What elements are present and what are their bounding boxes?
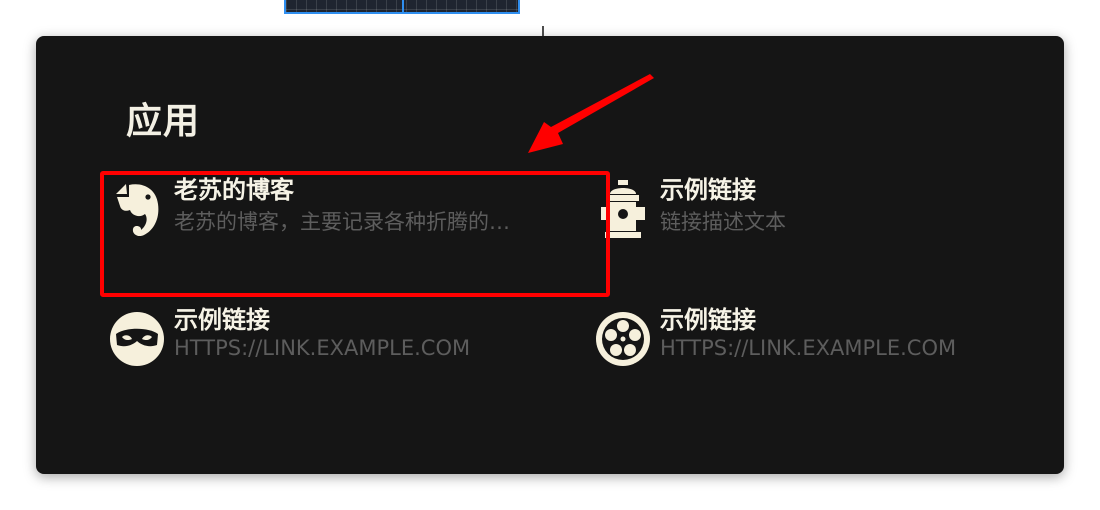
link-card-example-1[interactable]: 示例链接 链接描述文本 xyxy=(592,170,1032,250)
link-card-laosu-blog[interactable]: 老苏的博客 老苏的博客，主要记录各种折腾的… xyxy=(106,170,576,250)
frame-divider xyxy=(402,0,404,12)
link-title: 示例链接 xyxy=(660,176,756,204)
link-title: 示例链接 xyxy=(660,306,756,334)
evernote-elephant-icon xyxy=(106,178,168,240)
fire-hydrant-icon xyxy=(592,178,654,240)
link-description: HTTPS://LINK.EXAMPLE.COM xyxy=(174,336,471,360)
annotation-arrow-icon xyxy=(528,74,654,153)
film-reel-icon xyxy=(592,308,654,370)
link-title: 示例链接 xyxy=(174,306,270,334)
section-title: 应用 xyxy=(126,101,201,142)
link-card-example-3[interactable]: 示例链接 HTTPS://LINK.EXAMPLE.COM xyxy=(592,300,1032,380)
link-description: HTTPS://LINK.EXAMPLE.COM xyxy=(660,336,957,360)
link-description: 老苏的博客，主要记录各种折腾的… xyxy=(174,210,510,234)
mask-icon xyxy=(106,308,168,370)
selected-frame-edge xyxy=(284,0,520,14)
link-title: 老苏的博客 xyxy=(174,176,294,204)
link-card-example-2[interactable]: 示例链接 HTTPS://LINK.EXAMPLE.COM xyxy=(106,300,576,380)
link-description: 链接描述文本 xyxy=(660,210,786,234)
